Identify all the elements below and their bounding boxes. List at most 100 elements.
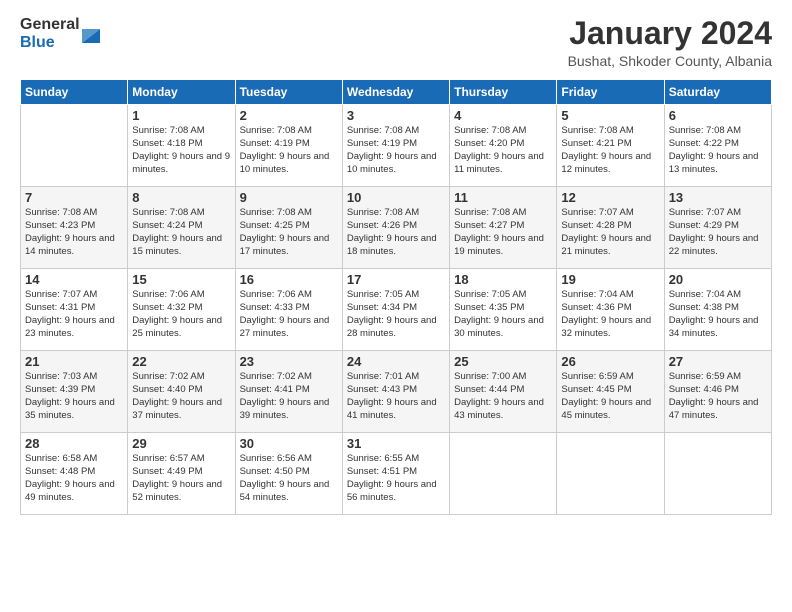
- table-cell: 20 Sunrise: 7:04 AMSunset: 4:38 PMDayligh…: [664, 269, 771, 351]
- day-number: 21: [25, 354, 123, 369]
- day-info: Sunrise: 7:07 AMSunset: 4:31 PMDaylight:…: [25, 289, 123, 340]
- day-number: 5: [561, 108, 659, 123]
- table-cell: 11Sunrise: 7:08 AMSunset: 4:27 PMDayligh…: [450, 187, 557, 269]
- day-number: 4: [454, 108, 552, 123]
- table-cell: 10 Sunrise: 7:08 AMSunset: 4:26 PMDayligh…: [342, 187, 449, 269]
- day-number: 20: [669, 272, 767, 287]
- day-info: Sunrise: 7:04 AMSunset: 4:38 PMDaylight:…: [669, 289, 767, 340]
- day-number: 2: [240, 108, 338, 123]
- table-cell: 6 Sunrise: 7:08 AMSunset: 4:22 PMDaylight…: [664, 105, 771, 187]
- day-number: 27: [669, 354, 767, 369]
- table-cell: 17 Sunrise: 7:05 AMSunset: 4:34 PMDayligh…: [342, 269, 449, 351]
- day-info: Sunrise: 7:02 AMSunset: 4:40 PMDaylight:…: [132, 371, 230, 422]
- day-info: Sunrise: 7:07 AMSunset: 4:28 PMDaylight:…: [561, 207, 659, 258]
- col-monday: Monday: [128, 80, 235, 105]
- page: General Blue January 2024 Bushat, Shkode…: [0, 0, 792, 612]
- col-sunday: Sunday: [21, 80, 128, 105]
- day-number: 28: [25, 436, 123, 451]
- table-cell: [664, 433, 771, 515]
- day-number: 26: [561, 354, 659, 369]
- col-wednesday: Wednesday: [342, 80, 449, 105]
- table-cell: [450, 433, 557, 515]
- day-info: Sunrise: 7:08 AMSunset: 4:20 PMDaylight:…: [454, 125, 552, 176]
- day-number: 8: [132, 190, 230, 205]
- table-cell: 31 Sunrise: 6:55 AMSunset: 4:51 PMDayligh…: [342, 433, 449, 515]
- day-info: Sunrise: 7:08 AMSunset: 4:19 PMDaylight:…: [240, 125, 338, 176]
- day-info: Sunrise: 7:08 AMSunset: 4:24 PMDaylight:…: [132, 207, 230, 258]
- day-info: Sunrise: 7:04 AMSunset: 4:36 PMDaylight:…: [561, 289, 659, 340]
- week-row-2: 14 Sunrise: 7:07 AMSunset: 4:31 PMDayligh…: [21, 269, 772, 351]
- day-info: Sunrise: 7:08 AMSunset: 4:18 PMDaylight:…: [132, 125, 230, 176]
- table-cell: 24Sunrise: 7:01 AMSunset: 4:43 PMDayligh…: [342, 351, 449, 433]
- day-info: Sunrise: 7:03 AMSunset: 4:39 PMDaylight:…: [25, 371, 123, 422]
- day-number: 7: [25, 190, 123, 205]
- table-cell: 18 Sunrise: 7:05 AMSunset: 4:35 PMDayligh…: [450, 269, 557, 351]
- day-number: 12: [561, 190, 659, 205]
- day-info: Sunrise: 7:08 AMSunset: 4:23 PMDaylight:…: [25, 207, 123, 258]
- day-number: 22: [132, 354, 230, 369]
- day-number: 10: [347, 190, 445, 205]
- table-cell: 26 Sunrise: 6:59 AMSunset: 4:45 PMDayligh…: [557, 351, 664, 433]
- logo-blue: Blue: [20, 34, 80, 52]
- day-number: 16: [240, 272, 338, 287]
- week-row-4: 28Sunrise: 6:58 AMSunset: 4:48 PMDayligh…: [21, 433, 772, 515]
- header: General Blue January 2024 Bushat, Shkode…: [20, 16, 772, 69]
- day-number: 29: [132, 436, 230, 451]
- day-info: Sunrise: 6:59 AMSunset: 4:46 PMDaylight:…: [669, 371, 767, 422]
- col-friday: Friday: [557, 80, 664, 105]
- table-cell: 22 Sunrise: 7:02 AMSunset: 4:40 PMDayligh…: [128, 351, 235, 433]
- table-cell: 15 Sunrise: 7:06 AMSunset: 4:32 PMDayligh…: [128, 269, 235, 351]
- day-number: 30: [240, 436, 338, 451]
- month-title: January 2024: [568, 16, 772, 51]
- day-number: 19: [561, 272, 659, 287]
- table-cell: 27 Sunrise: 6:59 AMSunset: 4:46 PMDayligh…: [664, 351, 771, 433]
- table-cell: 25Sunrise: 7:00 AMSunset: 4:44 PMDayligh…: [450, 351, 557, 433]
- logo-text: General Blue: [20, 16, 80, 51]
- day-info: Sunrise: 7:02 AMSunset: 4:41 PMDaylight:…: [240, 371, 338, 422]
- day-info: Sunrise: 6:57 AMSunset: 4:49 PMDaylight:…: [132, 453, 230, 504]
- table-cell: 30Sunrise: 6:56 AMSunset: 4:50 PMDayligh…: [235, 433, 342, 515]
- day-info: Sunrise: 7:07 AMSunset: 4:29 PMDaylight:…: [669, 207, 767, 258]
- table-cell: 14 Sunrise: 7:07 AMSunset: 4:31 PMDayligh…: [21, 269, 128, 351]
- day-number: 23: [240, 354, 338, 369]
- table-cell: 4 Sunrise: 7:08 AMSunset: 4:20 PMDaylight…: [450, 105, 557, 187]
- week-row-1: 7 Sunrise: 7:08 AMSunset: 4:23 PMDaylight…: [21, 187, 772, 269]
- day-number: 9: [240, 190, 338, 205]
- week-row-0: 1 Sunrise: 7:08 AMSunset: 4:18 PMDaylight…: [21, 105, 772, 187]
- day-number: 13: [669, 190, 767, 205]
- day-number: 15: [132, 272, 230, 287]
- day-info: Sunrise: 6:55 AMSunset: 4:51 PMDaylight:…: [347, 453, 445, 504]
- day-info: Sunrise: 7:06 AMSunset: 4:33 PMDaylight:…: [240, 289, 338, 340]
- day-number: 3: [347, 108, 445, 123]
- day-info: Sunrise: 7:08 AMSunset: 4:19 PMDaylight:…: [347, 125, 445, 176]
- day-number: 17: [347, 272, 445, 287]
- day-info: Sunrise: 7:06 AMSunset: 4:32 PMDaylight:…: [132, 289, 230, 340]
- table-cell: 7 Sunrise: 7:08 AMSunset: 4:23 PMDaylight…: [21, 187, 128, 269]
- day-number: 31: [347, 436, 445, 451]
- day-number: 14: [25, 272, 123, 287]
- location: Bushat, Shkoder County, Albania: [568, 53, 772, 69]
- day-info: Sunrise: 7:08 AMSunset: 4:26 PMDaylight:…: [347, 207, 445, 258]
- day-number: 6: [669, 108, 767, 123]
- day-number: 18: [454, 272, 552, 287]
- table-cell: 28Sunrise: 6:58 AMSunset: 4:48 PMDayligh…: [21, 433, 128, 515]
- calendar-table: Sunday Monday Tuesday Wednesday Thursday…: [20, 79, 772, 515]
- table-cell: [21, 105, 128, 187]
- header-row: Sunday Monday Tuesday Wednesday Thursday…: [21, 80, 772, 105]
- table-cell: 21 Sunrise: 7:03 AMSunset: 4:39 PMDayligh…: [21, 351, 128, 433]
- table-cell: 29 Sunrise: 6:57 AMSunset: 4:49 PMDayligh…: [128, 433, 235, 515]
- col-saturday: Saturday: [664, 80, 771, 105]
- day-info: Sunrise: 7:05 AMSunset: 4:34 PMDaylight:…: [347, 289, 445, 340]
- table-cell: 12 Sunrise: 7:07 AMSunset: 4:28 PMDayligh…: [557, 187, 664, 269]
- day-number: 11: [454, 190, 552, 205]
- day-info: Sunrise: 7:08 AMSunset: 4:22 PMDaylight:…: [669, 125, 767, 176]
- day-info: Sunrise: 7:05 AMSunset: 4:35 PMDaylight:…: [454, 289, 552, 340]
- table-cell: 16 Sunrise: 7:06 AMSunset: 4:33 PMDayligh…: [235, 269, 342, 351]
- col-thursday: Thursday: [450, 80, 557, 105]
- week-row-3: 21 Sunrise: 7:03 AMSunset: 4:39 PMDayligh…: [21, 351, 772, 433]
- day-number: 1: [132, 108, 230, 123]
- logo: General Blue: [20, 16, 100, 51]
- day-info: Sunrise: 7:08 AMSunset: 4:25 PMDaylight:…: [240, 207, 338, 258]
- day-info: Sunrise: 6:59 AMSunset: 4:45 PMDaylight:…: [561, 371, 659, 422]
- table-cell: 19 Sunrise: 7:04 AMSunset: 4:36 PMDayligh…: [557, 269, 664, 351]
